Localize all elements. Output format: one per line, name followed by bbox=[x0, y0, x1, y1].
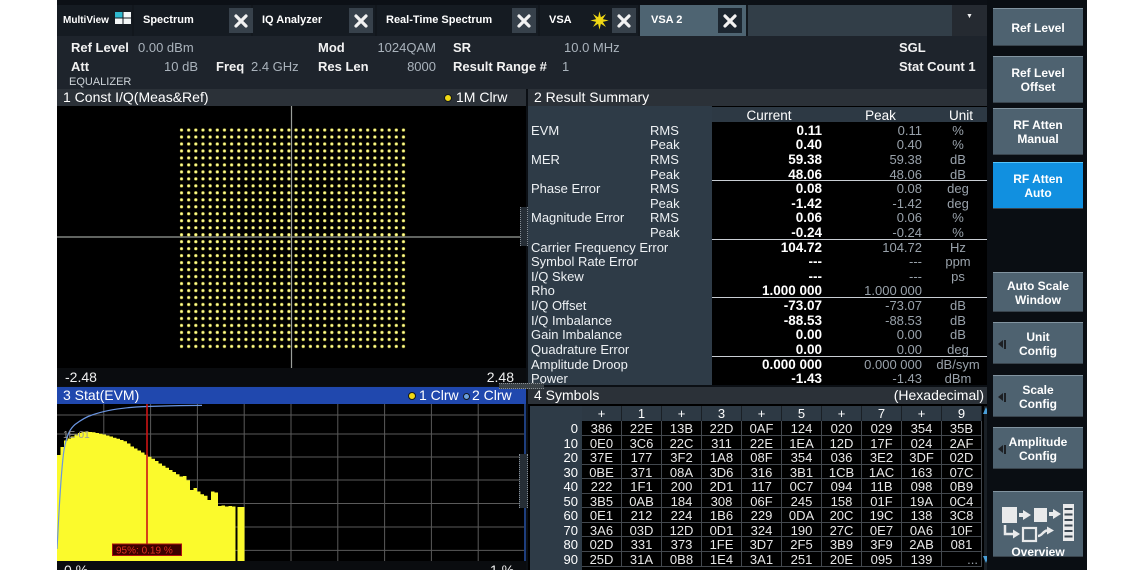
svg-text:95%: 0.19 %: 95%: 0.19 % bbox=[116, 546, 173, 557]
svg-text:1E-01: 1E-01 bbox=[63, 430, 90, 441]
